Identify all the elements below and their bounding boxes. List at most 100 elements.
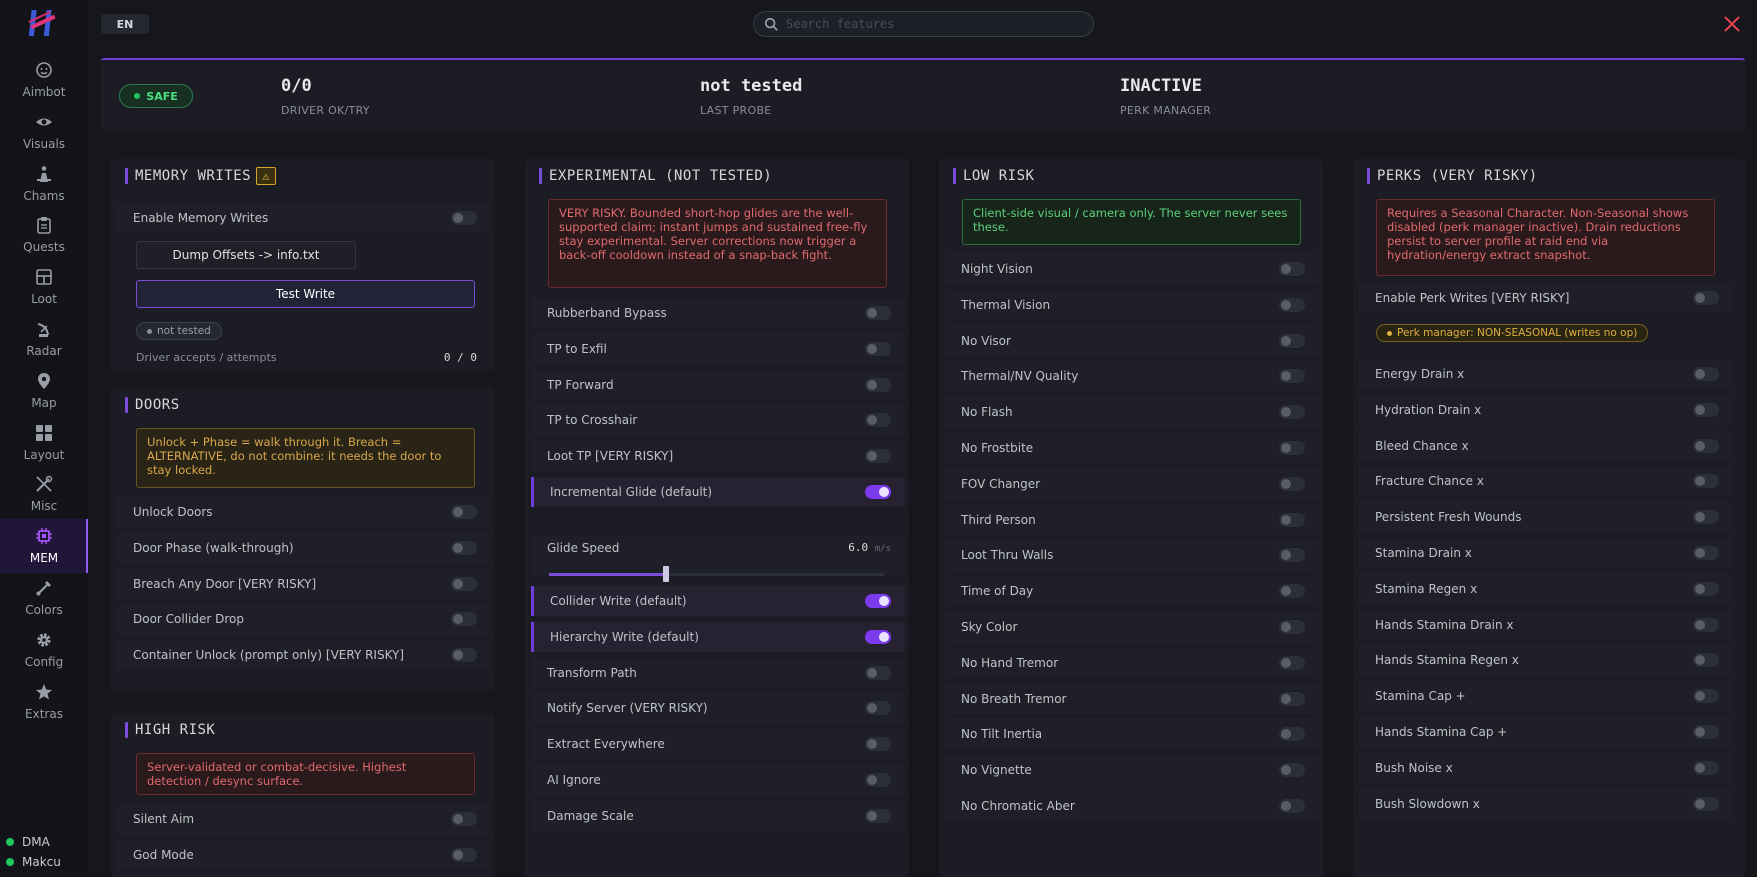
toggle-row[interactable]: Extract Everywhere [531, 729, 905, 760]
toggle-row[interactable]: Thermal Vision [945, 289, 1319, 320]
toggle-row[interactable]: Silent Aim [117, 804, 491, 834]
toggle-switch[interactable] [1279, 476, 1305, 491]
toggle-switch[interactable] [1693, 796, 1719, 811]
toggle-switch[interactable] [1279, 405, 1305, 420]
toggle-switch[interactable] [1693, 617, 1719, 632]
toggle-row[interactable]: Bleed Chance x [1359, 430, 1733, 461]
toggle-switch[interactable] [865, 377, 891, 392]
sidebar-item-extras[interactable]: Extras [0, 675, 88, 729]
sidebar-item-chams[interactable]: Chams [0, 157, 88, 211]
sidebar-item-mem[interactable]: MEM [0, 519, 88, 574]
toggle-row[interactable]: Stamina Drain x [1359, 538, 1733, 568]
toggle-switch[interactable] [865, 629, 891, 644]
search-bar[interactable] [753, 11, 1094, 37]
toggle-switch[interactable] [1693, 474, 1719, 489]
toggle-switch[interactable] [1693, 546, 1719, 560]
sidebar-item-radar[interactable]: Radar [0, 312, 88, 366]
glide-speed-slider[interactable] [549, 566, 884, 582]
toggle-row[interactable]: Breach Any Door [VERY RISKY] [117, 568, 491, 599]
toggle-row[interactable]: No Breath Tremor [945, 683, 1319, 714]
toggle-row[interactable]: Loot Thru Walls [945, 540, 1319, 571]
toggle-switch[interactable] [1693, 689, 1719, 704]
toggle-switch[interactable] [865, 485, 891, 499]
toggle-switch[interactable] [1279, 333, 1305, 348]
toggle-switch[interactable] [1693, 367, 1719, 381]
toggle-row[interactable]: Hands Stamina Regen x [1359, 645, 1733, 676]
toggle-switch[interactable] [865, 594, 891, 608]
toggle-row[interactable]: Collider Write (default) [531, 586, 905, 616]
toggle-switch[interactable] [1279, 512, 1305, 527]
toggle-switch[interactable] [1693, 653, 1719, 668]
toggle-switch[interactable] [451, 505, 477, 519]
toggle-switch[interactable] [451, 648, 477, 663]
toggle-switch[interactable] [865, 413, 891, 428]
toggle-row[interactable]: Stamina Cap + [1359, 681, 1733, 712]
toggle-row[interactable]: Time of Day [945, 576, 1319, 607]
search-input[interactable] [786, 17, 1076, 31]
toggle-row[interactable]: Container Unlock (prompt only) [VERY RIS… [117, 640, 491, 671]
toggle-switch[interactable] [865, 737, 891, 752]
test-write-button[interactable]: Test Write [136, 280, 475, 308]
toggle-row[interactable]: Hierarchy Write (default) [531, 621, 905, 652]
toggle-switch[interactable] [865, 773, 891, 787]
toggle-switch[interactable] [1693, 438, 1719, 453]
toggle-switch[interactable] [1279, 369, 1305, 384]
toggle-switch[interactable] [1693, 760, 1719, 775]
toggle-switch[interactable] [1693, 510, 1719, 525]
sidebar-item-colors[interactable]: Colors [0, 571, 88, 625]
toggle-switch[interactable] [865, 808, 891, 823]
toggle-switch[interactable] [1279, 297, 1305, 312]
toggle-row[interactable]: No Hand Tremor [945, 647, 1319, 678]
slider-thumb[interactable] [663, 566, 670, 582]
dump-offsets-button[interactable]: Dump Offsets -> info.txt [136, 241, 356, 269]
toggle-row[interactable]: Enable Perk Writes [VERY RISKY] [1359, 283, 1733, 313]
toggle-switch[interactable] [1279, 548, 1305, 563]
toggle-row[interactable]: TP to Crosshair [531, 405, 905, 436]
toggle-row[interactable]: Door Phase (walk-through) [117, 532, 491, 563]
toggle-row[interactable]: Transform Path [531, 657, 905, 688]
sidebar-item-layout[interactable]: Layout [0, 416, 88, 470]
toggle-switch[interactable] [451, 576, 477, 591]
toggle-row[interactable]: Bush Noise x [1359, 752, 1733, 783]
toggle-switch[interactable] [1279, 441, 1305, 455]
toggle-switch[interactable] [451, 612, 477, 627]
toggle-switch[interactable] [1693, 581, 1719, 596]
toggle-switch[interactable] [451, 848, 477, 862]
toggle-row[interactable]: No Vignette [945, 755, 1319, 786]
toggle-row[interactable]: Incremental Glide (default) [531, 477, 905, 507]
toggle-switch[interactable] [865, 665, 891, 680]
toggle-switch[interactable] [1279, 584, 1305, 599]
toggle-switch[interactable] [451, 540, 477, 555]
toggle-row[interactable]: TP Forward [531, 369, 905, 400]
toggle-row[interactable]: God Mode [117, 840, 491, 870]
toggle-switch[interactable] [865, 341, 891, 356]
toggle-switch[interactable] [1693, 402, 1719, 417]
toggle-row[interactable]: Third Person [945, 504, 1319, 535]
sidebar-item-aimbot[interactable]: Aimbot [0, 53, 88, 107]
toggle-row[interactable]: Hands Stamina Drain x [1359, 609, 1733, 640]
toggle-row[interactable]: FOV Changer [945, 468, 1319, 499]
toggle-switch[interactable] [1279, 620, 1305, 634]
toggle-switch[interactable] [1279, 799, 1305, 813]
sidebar-item-visuals[interactable]: Visuals [0, 105, 88, 159]
toggle-row[interactable]: Energy Drain x [1359, 359, 1733, 389]
toggle-row[interactable]: Hands Stamina Cap + [1359, 717, 1733, 747]
sidebar-item-loot[interactable]: Loot [0, 260, 88, 314]
toggle-row[interactable]: Persistent Fresh Wounds [1359, 502, 1733, 533]
toggle-row[interactable]: Fracture Chance x [1359, 466, 1733, 497]
toggle-row[interactable]: Bush Slowdown x [1359, 788, 1733, 819]
toggle-row[interactable]: Enable Memory Writes [117, 203, 491, 233]
toggle-row[interactable]: No Flash [945, 397, 1319, 428]
toggle-row[interactable]: Rubberband Bypass [531, 298, 905, 328]
toggle-row[interactable]: Unlock Doors [117, 497, 491, 527]
toggle-switch[interactable] [1693, 725, 1719, 739]
toggle-switch[interactable] [865, 449, 891, 464]
toggle-switch[interactable] [1279, 691, 1305, 706]
sidebar-item-quests[interactable]: Quests [0, 208, 88, 262]
toggle-row[interactable]: Sky Color [945, 612, 1319, 642]
toggle-row[interactable]: Notify Server (VERY RISKY) [531, 693, 905, 724]
toggle-row[interactable]: AI Ignore [531, 765, 905, 795]
sidebar-item-misc[interactable]: Misc [0, 467, 88, 521]
toggle-row[interactable]: Night Vision [945, 254, 1319, 284]
sidebar-item-config[interactable]: Config [0, 623, 88, 677]
